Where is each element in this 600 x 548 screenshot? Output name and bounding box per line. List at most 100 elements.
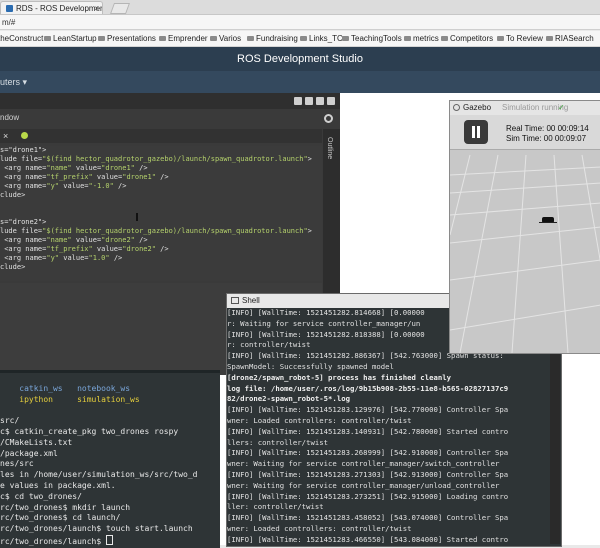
app-nav: uters ▾ [0,71,600,93]
bookmark-riasearch[interactable]: RIASearch [546,31,594,46]
shell-line: 82/drone2-spawn_robot-5*.log [227,394,351,404]
url-text: m/# [2,18,16,27]
terminal-line: src/ [0,416,20,426]
terminal-line: c$ cd two_drones/ [0,491,82,501]
maximize-icon[interactable] [305,97,313,105]
bookmark-varios[interactable]: Varios [210,31,241,46]
bookmark-presentations[interactable]: Presentations [98,31,156,46]
folder-icon [44,36,51,41]
bookmark-links-tc[interactable]: Links_TC [300,31,343,46]
file-status-icon [21,132,28,139]
terminal-line: rc/two_drones/launch$ touch start.launch [0,524,193,534]
shell-line: [INFO] [WallTime: 1521451283.466550] [54… [227,534,509,544]
shell-line: [INFO] [WallTime: 1521451283.458052] [54… [227,513,509,523]
shell-line: wner: Loaded controllers: controller/twi… [227,415,412,425]
terminal-line: /CMakeLists.txt [0,437,73,447]
code-line: <arg name="y" value="-1.0" /> [0,182,127,190]
shell-line: log file: /home/user/.ros/log/9b15b908-2… [227,383,509,393]
code-line: lude file="$(find hector_quadrotor_gazeb… [0,227,312,235]
bookmark-leanstartup[interactable]: LeanStartup [44,31,97,46]
outline-label: Outline [326,137,333,160]
terminal-line: rc/two_drones/launch$ [0,534,220,548]
shell-line: ller: controller/twist [227,502,324,512]
terminal-line: /package.xml [0,448,58,458]
terminal-line: nes/src [0,459,34,469]
close-icon[interactable] [327,97,335,105]
folder-icon [404,36,411,41]
shell-title: Shell [242,296,260,305]
app-title: ROS Development Studio [237,53,363,65]
address-bar[interactable]: m/# [0,15,600,30]
minimize-icon[interactable] [294,97,302,105]
tab-title: RDS - ROS Development [16,4,103,13]
close-tab-icon[interactable]: × [94,2,99,14]
bookmarks-bar: theConstruct LeanStartup Presentations E… [0,31,600,47]
terminal[interactable]: catkin_ws notebook_ws ipython simulation… [0,370,220,548]
sim-time: Sim Time: 00 00:09:07 [506,134,587,143]
bookmark-competitors[interactable]: Competitors [441,31,493,46]
bookmark-to-review[interactable]: To Review [497,31,543,46]
mouse-cursor-icon [136,213,138,221]
code-line: clude> [0,191,26,199]
terminal-line: e values in package.xml. [0,480,116,490]
terminal-line: catkin_ws notebook_ws [0,383,131,393]
computers-menu[interactable]: uters ▾ [0,71,27,93]
shell-line: [INFO] [WallTime: 1521451283.273251] [54… [227,491,509,501]
bookmark-metrics[interactable]: metrics [404,31,439,46]
shell-icon [231,297,239,304]
folder-icon [546,36,553,41]
folder-icon [300,36,307,41]
terminal-line: ipython simulation_ws [0,394,140,404]
shell-line: [INFO] [WallTime: 1521451283.268999] [54… [227,448,509,458]
gear-icon[interactable] [324,114,333,123]
gazebo-titlebar: Gazebo Simulation running ✓ [450,101,600,115]
pause-button[interactable] [464,120,488,144]
bookmark-teachingtools[interactable]: TeachingTools [342,31,402,46]
code-line: <arg name="name" value="drone2" /> [0,236,148,244]
gazebo-window: Gazebo Simulation running ✓ Real Time: 0… [449,100,600,354]
code-line: <arg name="tf_prefix" value="drone1" /> [0,173,169,181]
app-header: ROS Development Studio [0,47,600,71]
shell-line: wner: Waiting for service controller_man… [227,480,500,490]
folder-icon [247,36,254,41]
code-line: s="drone1"> [0,146,47,154]
folder-icon [342,36,349,41]
close-file-icon[interactable]: × [3,129,8,143]
shell-line: SpawnModel: Successfully spawned model [227,361,394,371]
folder-icon [441,36,448,41]
folder-icon [98,36,105,41]
real-time: Real Time: 00 00:09:14 [506,124,589,133]
terminal-line: rc/two_drones$ cd launch/ [0,513,121,523]
code-line: s="drone2"> [0,218,47,226]
browser-tab-bar: RDS - ROS Development × [0,0,600,15]
shell-line: [INFO] [WallTime: 1521451283.271303] [54… [227,469,509,479]
grid-floor [450,154,600,353]
new-tab-button[interactable] [109,3,131,14]
terminal-line: rc/two_drones$ mkdir launch [0,502,131,512]
gazebo-title: Gazebo [463,103,492,112]
terminal-cursor [105,534,113,545]
shell-line: [INFO] [WallTime: 1521451283.129976] [54… [227,405,509,415]
shell-line: wner: Waiting for service controller_man… [227,459,500,469]
folder-icon [159,36,166,41]
restore-icon[interactable] [316,97,324,105]
ide-window-label: ndow [0,113,20,122]
drone-model [539,217,557,223]
gazebo-controls: Real Time: 00 00:09:14 Sim Time: 00 00:0… [450,115,600,150]
code-line: <arg name="name" value="drone1" /> [0,164,148,172]
bookmark-emprender[interactable]: Emprender [159,31,208,46]
gazebo-icon [453,104,460,111]
ide-titlebar [0,93,340,109]
terminal-line: c$ catkin_create_pkg two_drones rospy [0,426,179,436]
shell-line: [INFO] [WallTime: 1521451283.140931] [54… [227,426,509,436]
editor-tabs: × [0,129,322,143]
bookmark-fundraising[interactable]: Fundraising [247,31,298,46]
gazebo-viewport[interactable]: Real Time: 00 00:09:14 Sim Time: 00 00:0… [450,115,600,353]
code-editor[interactable]: s="drone1"> lude file="$(find hector_quad… [0,146,322,281]
shell-line: llers: controller/twist [227,437,329,447]
bookmark-theconstruct[interactable]: theConstruct [0,31,43,46]
browser-tab[interactable]: RDS - ROS Development × [0,1,103,14]
